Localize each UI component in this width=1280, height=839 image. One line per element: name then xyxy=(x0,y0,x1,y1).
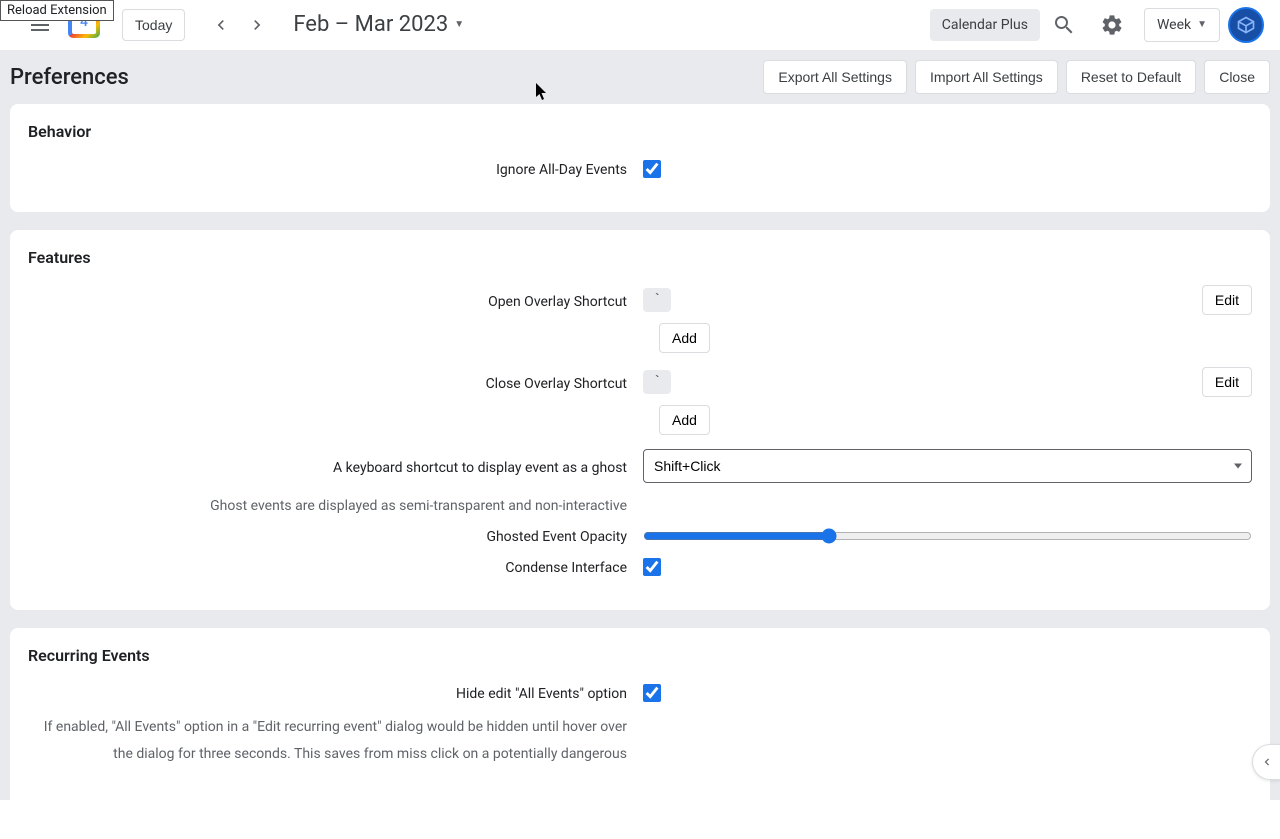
top-bar: 4 Today Feb – Mar 2023 ▼ Calendar Plus W… xyxy=(0,0,1280,50)
ghost-shortcut-select[interactable]: Shift+Click xyxy=(643,449,1252,483)
settings-gear-icon[interactable] xyxy=(1092,5,1132,45)
export-settings-button[interactable]: Export All Settings xyxy=(763,60,907,94)
hide-all-events-label: Hide edit "All Events" option xyxy=(28,683,643,702)
preferences-title: Preferences xyxy=(10,65,129,90)
add-open-overlay-button[interactable]: Add xyxy=(659,323,710,353)
section-title: Features xyxy=(28,248,1252,267)
hide-all-events-checkbox[interactable] xyxy=(643,684,661,702)
edit-close-overlay-button[interactable]: Edit xyxy=(1202,367,1252,397)
dropdown-caret-icon: ▼ xyxy=(1197,19,1207,30)
condense-label: Condense Interface xyxy=(28,557,643,576)
today-button[interactable]: Today xyxy=(122,9,185,41)
features-section: Features Open Overlay Shortcut ` Edit Ad… xyxy=(10,230,1270,610)
view-selector-label: Week xyxy=(1157,17,1191,33)
opacity-slider[interactable] xyxy=(643,528,1252,544)
ghost-shortcut-label: A keyboard shortcut to display event as … xyxy=(28,457,643,476)
ignore-allday-checkbox[interactable] xyxy=(643,160,661,178)
close-overlay-label: Close Overlay Shortcut xyxy=(28,373,643,392)
view-selector[interactable]: Week ▼ xyxy=(1144,8,1220,42)
add-close-overlay-button[interactable]: Add xyxy=(659,405,710,435)
opacity-label: Ghosted Event Opacity xyxy=(28,526,643,545)
next-period-button[interactable] xyxy=(241,9,273,41)
ignore-allday-label: Ignore All-Day Events xyxy=(28,159,643,178)
user-avatar[interactable] xyxy=(1228,7,1264,43)
preferences-panel: Preferences Export All Settings Import A… xyxy=(0,50,1280,800)
close-button[interactable]: Close xyxy=(1204,60,1270,94)
close-overlay-key: ` xyxy=(643,370,671,394)
date-range-picker[interactable]: Feb – Mar 2023 ▼ xyxy=(293,12,464,37)
condense-checkbox[interactable] xyxy=(643,558,661,576)
section-title: Recurring Events xyxy=(28,646,1252,665)
preferences-header: Preferences Export All Settings Import A… xyxy=(0,50,1280,104)
ghost-hint: Ghost events are displayed as semi-trans… xyxy=(28,495,643,514)
reset-default-button[interactable]: Reset to Default xyxy=(1066,60,1196,94)
open-overlay-key: ` xyxy=(643,288,671,312)
import-settings-button[interactable]: Import All Settings xyxy=(915,60,1058,94)
recurring-section: Recurring Events Hide edit "All Events" … xyxy=(10,628,1270,839)
date-range-label: Feb – Mar 2023 xyxy=(293,12,448,37)
search-icon[interactable] xyxy=(1044,5,1084,45)
edit-open-overlay-button[interactable]: Edit xyxy=(1202,285,1252,315)
open-overlay-label: Open Overlay Shortcut xyxy=(28,291,643,310)
dropdown-caret-icon: ▼ xyxy=(454,19,464,30)
hide-all-events-description: If enabled, "All Events" option in a "Ed… xyxy=(28,714,643,767)
expand-side-panel-button[interactable] xyxy=(1252,744,1280,780)
prev-period-button[interactable] xyxy=(205,9,237,41)
section-title: Behavior xyxy=(28,122,1252,141)
behavior-section: Behavior Ignore All-Day Events xyxy=(10,104,1270,212)
reload-extension-button[interactable]: Reload Extension xyxy=(0,0,114,21)
calendar-plus-button[interactable]: Calendar Plus xyxy=(930,9,1040,41)
